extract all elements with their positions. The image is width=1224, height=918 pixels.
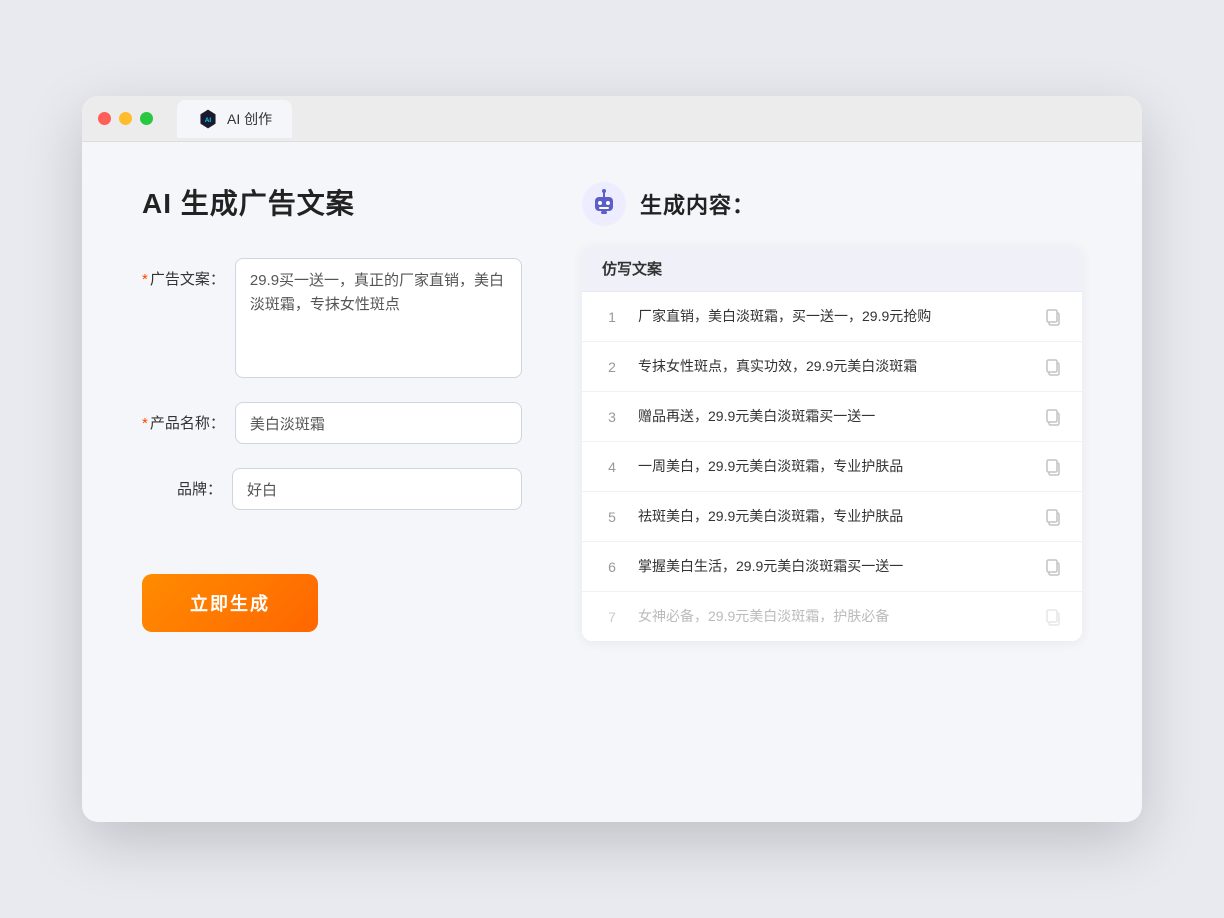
result-item: 2 专抹女性斑点，真实功效，29.9元美白淡斑霜: [582, 342, 1082, 392]
product-name-row: *产品名称：: [142, 402, 522, 444]
result-item-number: 6: [602, 559, 622, 575]
ai-tab[interactable]: AI AI 创作: [177, 100, 292, 138]
result-item-number: 3: [602, 409, 622, 425]
browser-content: AI 生成广告文案 *广告文案： 29.9买一送一，真正的厂家直销，美白淡斑霜，…: [82, 142, 1142, 822]
result-item: 6 掌握美白生活，29.9元美白淡斑霜买一送一: [582, 542, 1082, 592]
product-name-label: *产品名称：: [142, 402, 225, 433]
result-item-number: 4: [602, 459, 622, 475]
ad-copy-label: *广告文案：: [142, 258, 225, 289]
brand-row: 品牌：: [142, 468, 522, 510]
required-star-product: *: [142, 415, 148, 432]
result-header: 生成内容：: [582, 182, 1082, 226]
brand-label: 品牌：: [142, 468, 222, 499]
result-item: 5 祛斑美白，29.9元美白淡斑霜，专业护肤品: [582, 492, 1082, 542]
minimize-button[interactable]: [119, 112, 132, 125]
ad-copy-row: *广告文案： 29.9买一送一，真正的厂家直销，美白淡斑霜，专抹女性斑点: [142, 258, 522, 378]
browser-window: AI AI 创作 AI 生成广告文案 *广告文案： 29.9买一送一，真正的厂家…: [82, 96, 1142, 822]
result-item-number: 5: [602, 509, 622, 525]
result-item: 3 赠品再送，29.9元美白淡斑霜买一送一: [582, 392, 1082, 442]
copy-icon: [1044, 608, 1062, 626]
result-item-number: 1: [602, 309, 622, 325]
copy-icon[interactable]: [1044, 508, 1062, 526]
copy-icon[interactable]: [1044, 558, 1062, 576]
robot-icon: [582, 182, 626, 226]
product-name-input[interactable]: [235, 402, 522, 444]
result-item-text: 女神必备，29.9元美白淡斑霜，护肤必备: [638, 606, 1028, 627]
result-item: 7 女神必备，29.9元美白淡斑霜，护肤必备: [582, 592, 1082, 641]
maximize-button[interactable]: [140, 112, 153, 125]
result-item-text: 专抹女性斑点，真实功效，29.9元美白淡斑霜: [638, 356, 1028, 377]
generate-button[interactable]: 立即生成: [142, 574, 318, 632]
result-table: 仿写文案 1 厂家直销，美白淡斑霜，买一送一，29.9元抢购 2 专抹女性斑点，真实…: [582, 246, 1082, 641]
ai-icon: AI: [197, 108, 219, 130]
result-item-text: 掌握美白生活，29.9元美白淡斑霜买一送一: [638, 556, 1028, 577]
result-item: 4 一周美白，29.9元美白淡斑霜，专业护肤品: [582, 442, 1082, 492]
result-title: 生成内容：: [640, 188, 755, 220]
result-item-text: 一周美白，29.9元美白淡斑霜，专业护肤品: [638, 456, 1028, 477]
result-item: 1 厂家直销，美白淡斑霜，买一送一，29.9元抢购: [582, 292, 1082, 342]
result-table-header: 仿写文案: [582, 246, 1082, 292]
right-panel: 生成内容： 仿写文案 1 厂家直销，美白淡斑霜，买一送一，29.9元抢购 2 专抹女…: [582, 182, 1082, 782]
result-item-text: 祛斑美白，29.9元美白淡斑霜，专业护肤品: [638, 506, 1028, 527]
result-item-text: 厂家直销，美白淡斑霜，买一送一，29.9元抢购: [638, 306, 1028, 327]
tab-label: AI 创作: [227, 109, 272, 129]
result-item-number: 7: [602, 609, 622, 625]
result-items-container: 1 厂家直销，美白淡斑霜，买一送一，29.9元抢购 2 专抹女性斑点，真实功效，29…: [582, 292, 1082, 641]
copy-icon[interactable]: [1044, 358, 1062, 376]
page-title: AI 生成广告文案: [142, 182, 522, 222]
required-star-ad: *: [142, 271, 148, 288]
close-button[interactable]: [98, 112, 111, 125]
traffic-lights: [98, 112, 153, 125]
left-panel: AI 生成广告文案 *广告文案： 29.9买一送一，真正的厂家直销，美白淡斑霜，…: [142, 182, 522, 782]
result-item-number: 2: [602, 359, 622, 375]
copy-icon[interactable]: [1044, 408, 1062, 426]
copy-icon[interactable]: [1044, 458, 1062, 476]
browser-titlebar: AI AI 创作: [82, 96, 1142, 142]
svg-text:AI: AI: [205, 117, 212, 124]
ad-copy-textarea[interactable]: 29.9买一送一，真正的厂家直销，美白淡斑霜，专抹女性斑点: [235, 258, 522, 378]
result-item-text: 赠品再送，29.9元美白淡斑霜买一送一: [638, 406, 1028, 427]
copy-icon[interactable]: [1044, 308, 1062, 326]
brand-input[interactable]: [232, 468, 522, 510]
